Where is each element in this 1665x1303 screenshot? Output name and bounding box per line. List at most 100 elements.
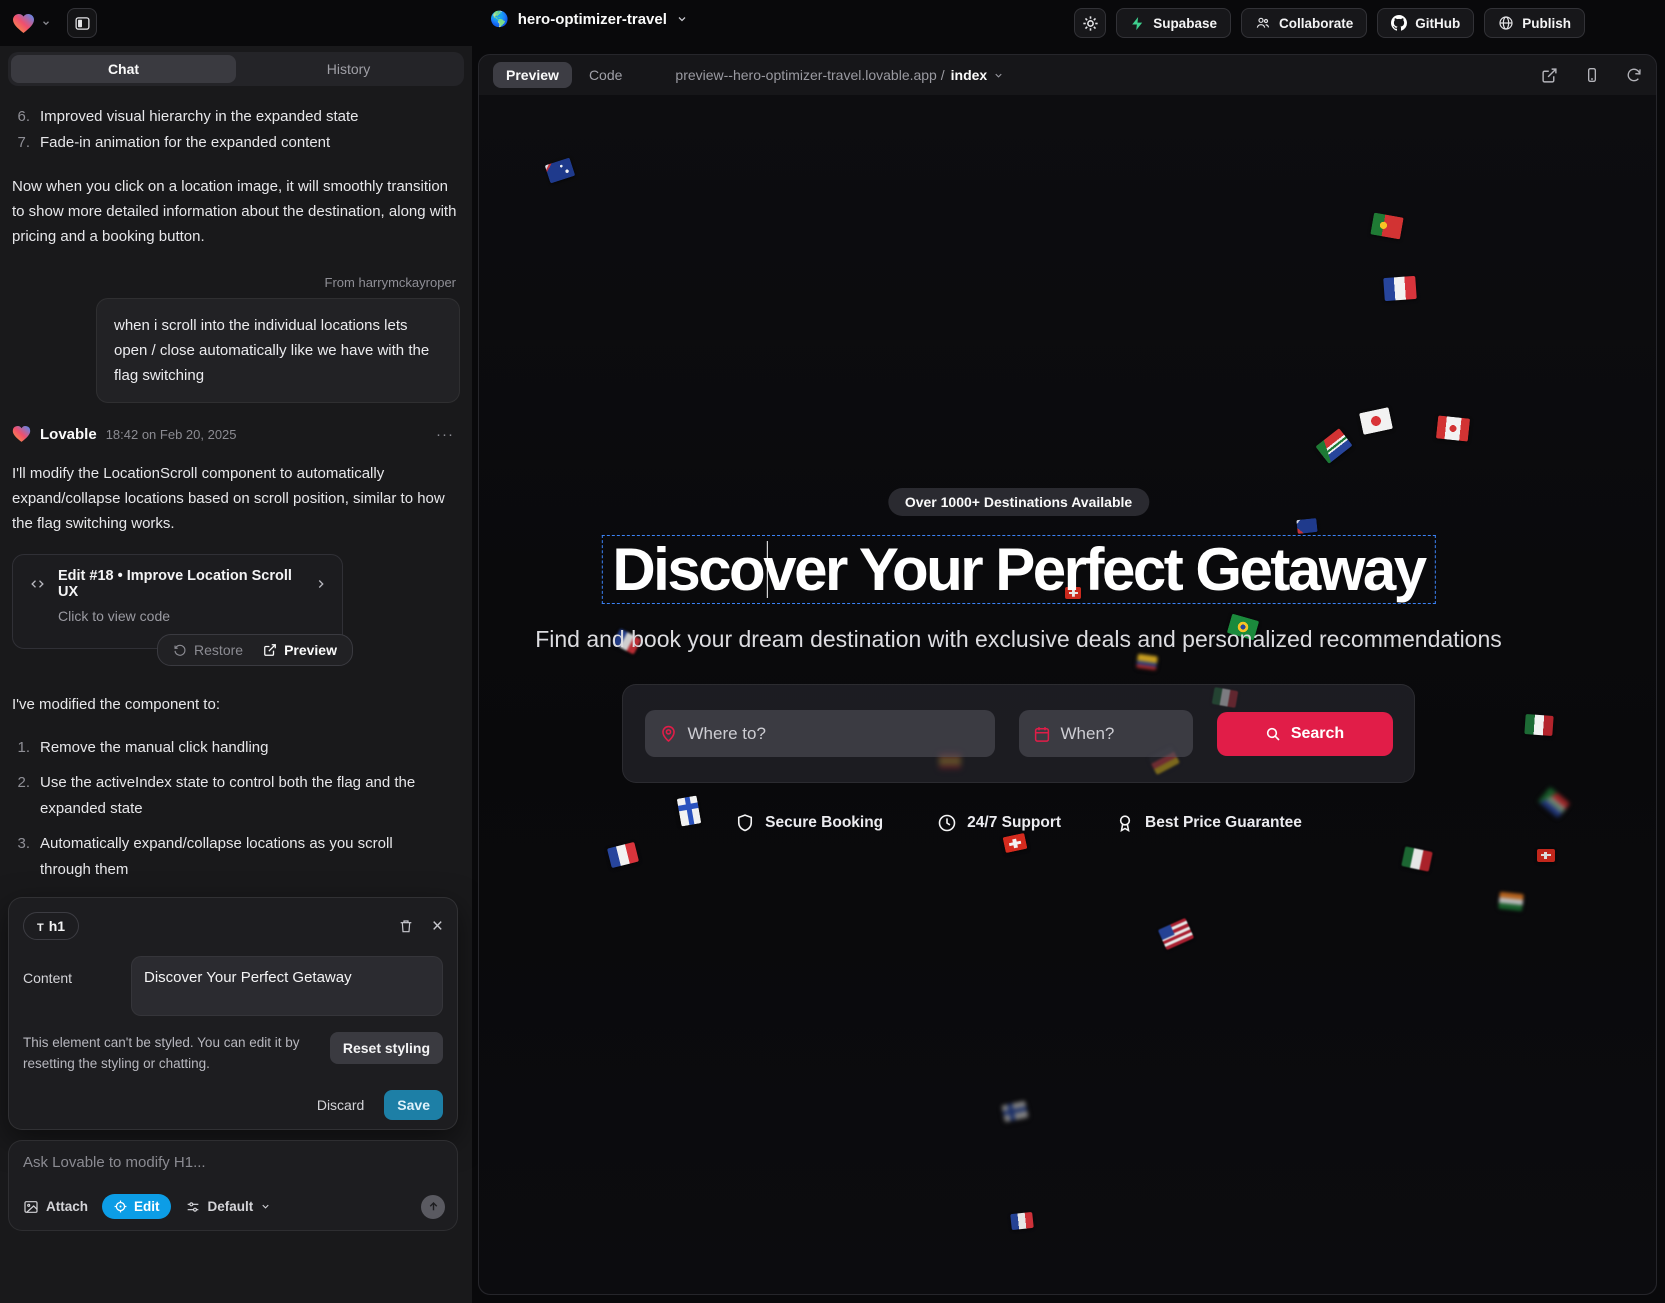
edit-mode-button[interactable]: Edit <box>102 1194 171 1219</box>
tab-history[interactable]: History <box>236 55 461 83</box>
open-in-new-window-button[interactable] <box>1541 67 1558 84</box>
content-textarea[interactable]: Discover Your Perfect Getaway <box>131 956 443 1016</box>
discard-button[interactable]: Discard <box>317 1097 364 1113</box>
restore-button[interactable]: Restore <box>164 639 252 661</box>
logo-chevron-down-icon[interactable] <box>41 18 51 28</box>
url-chevron-down-icon <box>993 70 1004 81</box>
assistant-paragraph: Now when you click on a location image, … <box>12 174 460 249</box>
sidebar-toggle-button[interactable] <box>67 8 97 38</box>
chat-scroll-area[interactable]: 6.Improved visual hierarchy in the expan… <box>8 92 464 897</box>
chevron-right-icon <box>314 577 328 591</box>
element-tag-label: h1 <box>49 918 65 934</box>
attach-button[interactable]: Attach <box>23 1199 88 1215</box>
preview-viewport: Over 1000+ Destinations Available Discov… <box>479 95 1656 1294</box>
chat-input-card[interactable]: Ask Lovable to modify H1... Attach Edit <box>8 1140 458 1231</box>
github-button[interactable]: GitHub <box>1377 8 1474 38</box>
content-field-label: Content <box>23 956 119 1016</box>
tab-chat[interactable]: Chat <box>11 55 236 83</box>
preview-label: Preview <box>284 642 337 658</box>
list-item: 7.Fade-in animation for the expanded con… <box>12 130 460 156</box>
feature-list-top: 6.Improved visual hierarchy in the expan… <box>12 104 460 156</box>
preview-version-button[interactable]: Preview <box>254 639 346 661</box>
text-caret <box>766 541 768 598</box>
feature-label: Best Price Guarantee <box>1145 814 1302 832</box>
user-message-bubble: when i scroll into the individual locati… <box>96 298 460 403</box>
collaborate-label: Collaborate <box>1279 16 1353 31</box>
hero-title: Discover Your Perfect Getaway <box>612 538 1424 601</box>
lovable-heart-logo[interactable] <box>12 13 35 34</box>
lovable-avatar <box>12 425 31 443</box>
element-tag-pill[interactable]: T h1 <box>23 912 79 940</box>
when-input[interactable]: When? <box>1019 710 1193 757</box>
external-link-icon <box>1541 67 1558 84</box>
message-timestamp: 18:42 on Feb 20, 2025 <box>106 427 237 442</box>
search-button-label: Search <box>1291 725 1344 743</box>
message-menu-button[interactable]: ··· <box>430 426 460 443</box>
map-pin-icon <box>659 724 678 743</box>
arrow-up-icon <box>427 1200 440 1213</box>
mobile-view-button[interactable] <box>1584 67 1600 83</box>
collaborate-button[interactable]: Collaborate <box>1241 8 1367 38</box>
assistant-message-header: Lovable 18:42 on Feb 20, 2025 ··· <box>12 425 460 443</box>
list-item: 3.Automatically expand/collapse location… <box>12 831 460 883</box>
crosshair-icon <box>113 1199 128 1214</box>
version-actions-pill: Restore Preview <box>157 634 353 666</box>
styling-note: This element can't be styled. You can ed… <box>23 1032 318 1074</box>
tab-preview[interactable]: Preview <box>493 62 572 88</box>
attach-label: Attach <box>46 1199 88 1214</box>
delete-element-button[interactable] <box>398 918 414 934</box>
when-placeholder: When? <box>1061 724 1115 744</box>
mode-select[interactable]: Default <box>185 1199 272 1215</box>
destinations-badge: Over 1000+ Destinations Available <box>888 488 1149 516</box>
supabase-bolt-icon <box>1130 16 1145 31</box>
close-editor-button[interactable]: × <box>432 917 443 936</box>
image-icon <box>23 1199 39 1215</box>
project-chevron-down-icon <box>676 13 688 25</box>
feature-support: 24/7 Support <box>937 813 1061 833</box>
search-icon <box>1265 726 1281 742</box>
supabase-label: Supabase <box>1153 16 1217 31</box>
reset-styling-button[interactable]: Reset styling <box>330 1032 443 1064</box>
list-item: 1.Remove the manual click handling <box>12 735 460 761</box>
list-item: 2.Use the activeIndex state to control b… <box>12 770 460 822</box>
edit-mode-label: Edit <box>134 1199 160 1214</box>
refresh-button[interactable] <box>1626 67 1642 83</box>
feature-secure-booking: Secure Booking <box>735 813 883 833</box>
chat-sidebar: Chat History 6.Improved visual hierarchy… <box>0 46 472 1303</box>
settings-button[interactable] <box>1074 8 1106 38</box>
github-label: GitHub <box>1415 16 1460 31</box>
tab-code[interactable]: Code <box>576 62 635 88</box>
selected-h1-element[interactable]: Discover Your Perfect Getaway <box>601 535 1435 604</box>
globe-icon <box>1498 15 1514 31</box>
save-button[interactable]: Save <box>384 1090 443 1120</box>
sliders-icon <box>185 1199 201 1215</box>
calendar-icon <box>1033 725 1051 743</box>
users-icon <box>1255 15 1271 31</box>
project-selector[interactable]: 🌎 hero-optimizer-travel <box>490 10 688 28</box>
feature-best-price: Best Price Guarantee <box>1115 813 1302 833</box>
list-item: 6.Improved visual hierarchy in the expan… <box>12 104 460 130</box>
restore-label: Restore <box>194 642 243 658</box>
assistant-paragraph: I've modified the component to: <box>12 692 460 717</box>
supabase-button[interactable]: Supabase <box>1116 8 1231 38</box>
publish-button[interactable]: Publish <box>1484 8 1585 38</box>
preview-url[interactable]: preview--hero-optimizer-travel.lovable.a… <box>675 67 1004 83</box>
assistant-paragraph: I'll modify the LocationScroll component… <box>12 461 460 536</box>
external-link-icon <box>263 643 277 657</box>
modification-list: 1.Remove the manual click handling 2.Use… <box>12 735 460 897</box>
edit-card-subtitle: Click to view code <box>58 608 328 624</box>
feature-badges-row: Secure Booking 24/7 Support Best Price G… <box>479 813 1558 833</box>
edit-card-title: Edit #18 • Improve Location Scroll UX <box>58 568 304 600</box>
message-author-label: From harrymckayroper <box>12 275 460 290</box>
hero-subtitle: Find and book your dream destination wit… <box>479 626 1558 653</box>
url-page: index <box>951 67 988 83</box>
hero-section: Over 1000+ Destinations Available Discov… <box>479 95 1558 1294</box>
clock-icon <box>937 813 957 833</box>
where-to-input[interactable]: Where to? <box>645 710 995 757</box>
send-button[interactable] <box>421 1195 445 1219</box>
search-button[interactable]: Search <box>1217 712 1393 756</box>
feature-label: 24/7 Support <box>967 814 1061 832</box>
preview-toolbar: Preview Code preview--hero-optimizer-tra… <box>479 55 1656 95</box>
feature-label: Secure Booking <box>765 814 883 832</box>
top-bar: 🌎 hero-optimizer-travel Supabase <box>0 0 1665 46</box>
